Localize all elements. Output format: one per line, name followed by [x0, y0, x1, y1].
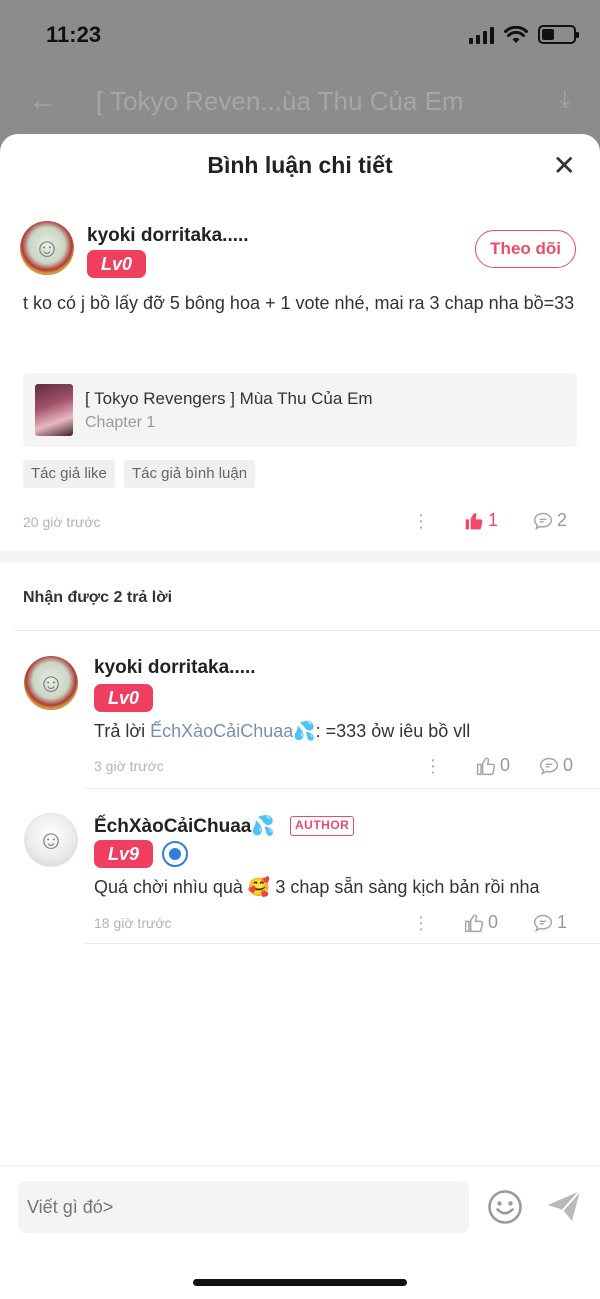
home-indicator	[193, 1279, 407, 1286]
avatar-image: ☺	[37, 824, 65, 855]
reply-count: 2	[557, 510, 568, 530]
divider	[84, 788, 600, 789]
comment-button[interactable]: 1	[533, 912, 567, 933]
more-vertical-icon[interactable]: ⋮	[412, 512, 430, 530]
level-badge: Lv0	[94, 684, 154, 712]
divider	[14, 630, 600, 631]
avatar-image: ☺	[33, 232, 61, 263]
reply-text: Quá chời nhìu quà 🥰 3 chap sẵn sàng kịch…	[94, 877, 540, 897]
verified-badge-icon	[162, 841, 188, 867]
more-vertical-icon[interactable]: ⋮	[424, 757, 442, 775]
send-icon[interactable]	[545, 1187, 583, 1225]
comment-detail-sheet: Bình luận chi tiết ✕ ☺ kyoki dorritaka..…	[0, 134, 600, 1299]
like-button[interactable]: 1	[464, 510, 498, 531]
background-page-title: [ Tokyo Reven...ùa Thu Của Em	[96, 86, 464, 116]
status-bar: 11:23	[0, 0, 600, 70]
replies-section-title: Nhận được 2 trả lời	[23, 589, 173, 606]
reply-mention-link[interactable]: ẾchXàoCảiChuaa💦	[150, 721, 316, 741]
avatar[interactable]: ☺	[20, 221, 74, 275]
thumbs-up-icon	[464, 914, 484, 932]
tag-author-comment: Tác giả bình luận	[124, 460, 256, 488]
avatar[interactable]: ☺	[24, 656, 78, 710]
comment-button[interactable]: 0	[539, 755, 573, 776]
smiley-icon[interactable]	[487, 1189, 523, 1225]
divider	[84, 943, 600, 944]
reply-prefix: Trả lời	[94, 721, 151, 741]
level-badge: Lv9	[94, 840, 154, 868]
avatar[interactable]: ☺	[24, 813, 78, 867]
like-button[interactable]: 0	[476, 755, 510, 776]
cellular-signal-icon	[469, 26, 494, 44]
status-icons	[469, 25, 579, 44]
story-chapter: Chapter 1	[85, 414, 156, 431]
status-time: 11:23	[46, 22, 102, 47]
author-badge: AUTHOR	[290, 816, 355, 836]
reply-username[interactable]: kyoki dorritaka.....	[94, 657, 256, 679]
thumbs-up-icon	[465, 512, 483, 529]
composer-divider	[0, 1165, 600, 1166]
story-cover-image	[35, 384, 73, 436]
comment-count: 0	[563, 755, 574, 775]
wifi-icon	[504, 25, 528, 43]
like-count: 1	[488, 510, 499, 530]
level-badge: Lv0	[87, 250, 147, 278]
more-vertical-icon[interactable]: ⋮	[412, 914, 430, 932]
follow-button[interactable]: Theo dõi	[475, 230, 576, 268]
comment-input[interactable]	[18, 1181, 469, 1233]
reply-timestamp: 3 giờ trước	[94, 758, 164, 774]
reply-username[interactable]: ẾchXàoCảiChuaa💦	[94, 814, 275, 838]
reply-count-button[interactable]: 2	[533, 510, 567, 531]
sheet-title: Bình luận chi tiết	[207, 152, 393, 178]
close-icon[interactable]: ✕	[553, 152, 576, 180]
background-nav-bar: ← [ Tokyo Reven...ùa Thu Của Em ⤓	[0, 80, 600, 124]
comment-username[interactable]: kyoki dorritaka.....	[87, 225, 249, 247]
reply-text: Trả lời ẾchXàoCảiChuaa💦: =333 ỏw iêu bồ …	[94, 721, 470, 742]
reply-body: : =333 ỏw iêu bồ vll	[315, 721, 471, 741]
comment-count: 1	[557, 912, 568, 932]
tag-author-like: Tác giả like	[23, 460, 115, 488]
like-button[interactable]: 0	[464, 912, 498, 933]
section-divider	[0, 551, 600, 563]
battery-icon	[538, 25, 579, 44]
like-count: 0	[500, 755, 511, 775]
comment-bubble-icon	[533, 512, 553, 530]
story-title: [ Tokyo Revengers ] Mùa Thu Của Em	[85, 389, 373, 408]
comment-bubble-icon	[539, 757, 559, 775]
comment-timestamp: 20 giờ trước	[23, 514, 101, 530]
comment-bubble-icon	[533, 914, 553, 932]
reply-timestamp: 18 giờ trước	[94, 915, 172, 931]
download-icon: ⤓	[559, 86, 570, 113]
avatar-image: ☺	[37, 667, 65, 698]
comment-text: t ko có j bồ lấy đỡ 5 bông hoa + 1 vote …	[23, 293, 575, 313]
arrow-left-icon: ←	[28, 84, 58, 117]
thumbs-up-icon	[476, 757, 496, 775]
story-card[interactable]: [ Tokyo Revengers ] Mùa Thu Của Em Chapt…	[23, 373, 577, 447]
like-count: 0	[488, 912, 499, 932]
